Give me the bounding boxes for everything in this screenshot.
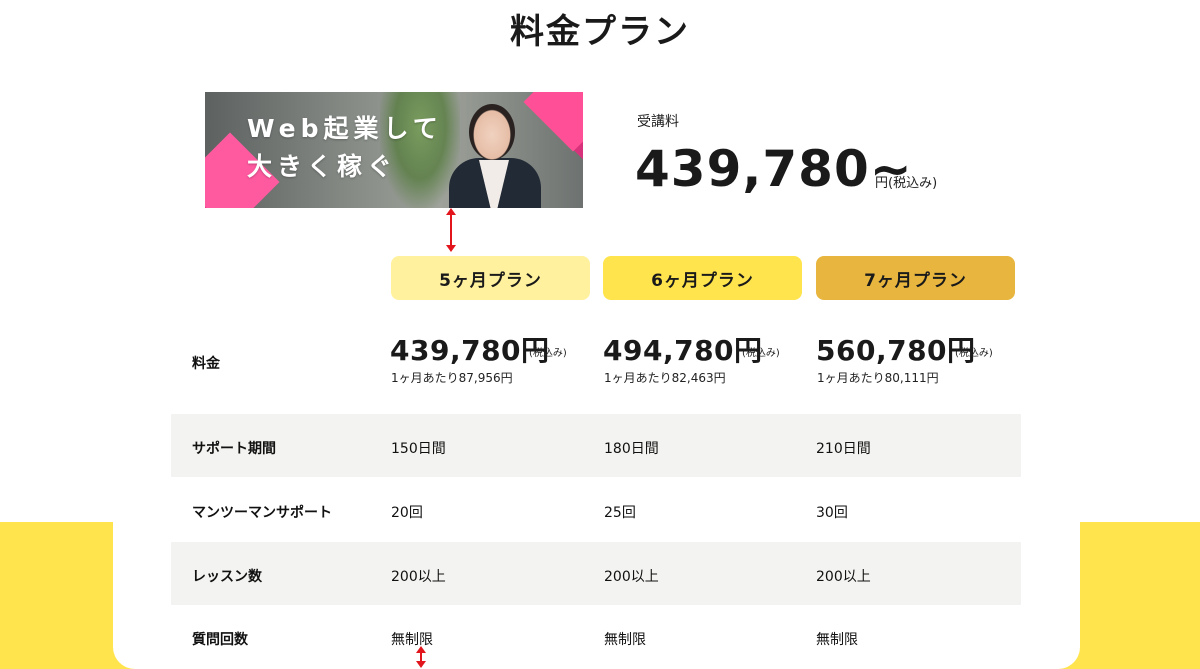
fee-amount: 439,780~	[635, 140, 913, 198]
plan-5-tax-note: (税込み)	[529, 348, 567, 359]
page-title: 料金プラン	[504, 4, 696, 59]
plan-6-questions: 無制限	[604, 632, 646, 648]
plan-6-support-period: 180日間	[604, 441, 659, 457]
plan-button-5-months[interactable]: 5ヶ月プラン	[391, 256, 590, 300]
row-label-support-period: サポート期間	[192, 441, 276, 457]
plan-7-per-month: 1ヶ月あたり80,111円	[817, 371, 939, 385]
banner-person-image	[449, 100, 575, 208]
plan-5-lessons: 200以上	[391, 569, 446, 585]
row-label-lessons: レッスン数	[192, 569, 262, 585]
plan-button-6-months[interactable]: 6ヶ月プラン	[603, 256, 802, 300]
plan-6-mentor-support: 25回	[604, 505, 636, 521]
plan-7-price: 560,780円	[816, 334, 976, 367]
banner-line-2: 大きく稼ぐ	[247, 152, 398, 181]
plan-7-support-period: 210日間	[816, 441, 871, 457]
fee-label: 受講料	[637, 114, 679, 130]
row-label-mentor-support: マンツーマンサポート	[192, 505, 332, 521]
plan-6-price: 494,780円	[603, 334, 763, 367]
double-arrow-icon	[446, 208, 456, 252]
plan-6-tax-note: (税込み)	[742, 348, 780, 359]
plan-7-tax-note: (税込み)	[955, 348, 993, 359]
plan-7-questions: 無制限	[816, 632, 858, 648]
plan-6-lessons: 200以上	[604, 569, 659, 585]
plan-5-price: 439,780円	[390, 334, 550, 367]
plan-button-7-months[interactable]: 7ヶ月プラン	[816, 256, 1015, 300]
plan-6-per-month: 1ヶ月あたり82,463円	[604, 371, 726, 385]
plan-7-mentor-support: 30回	[816, 505, 848, 521]
arrow-head-down	[416, 661, 426, 668]
plan-7-lessons: 200以上	[816, 569, 871, 585]
row-label-price: 料金	[192, 356, 220, 372]
banner-line-1: Web起業して	[247, 114, 443, 143]
arrow-shaft	[450, 214, 452, 246]
plan-5-questions: 無制限	[391, 632, 433, 648]
plan-5-mentor-support: 20回	[391, 505, 423, 521]
fee-unit: 円(税込み)	[875, 176, 938, 191]
arrow-head-down	[446, 245, 456, 252]
plan-5-per-month: 1ヶ月あたり87,956円	[391, 371, 513, 385]
table-row-bg-lessons	[171, 542, 1021, 605]
table-row-bg-support-period	[171, 414, 1021, 477]
title-wrap: 料金プラン	[0, 0, 1200, 59]
plan-5-support-period: 150日間	[391, 441, 446, 457]
row-label-questions: 質問回数	[192, 632, 248, 648]
banner-text: Web起業して 大きく稼ぐ	[247, 110, 443, 186]
promo-banner: Web起業して 大きく稼ぐ	[205, 92, 583, 208]
page-title-text: 料金プラン	[510, 12, 690, 52]
person-head	[469, 104, 515, 160]
double-arrow-icon	[416, 646, 426, 668]
